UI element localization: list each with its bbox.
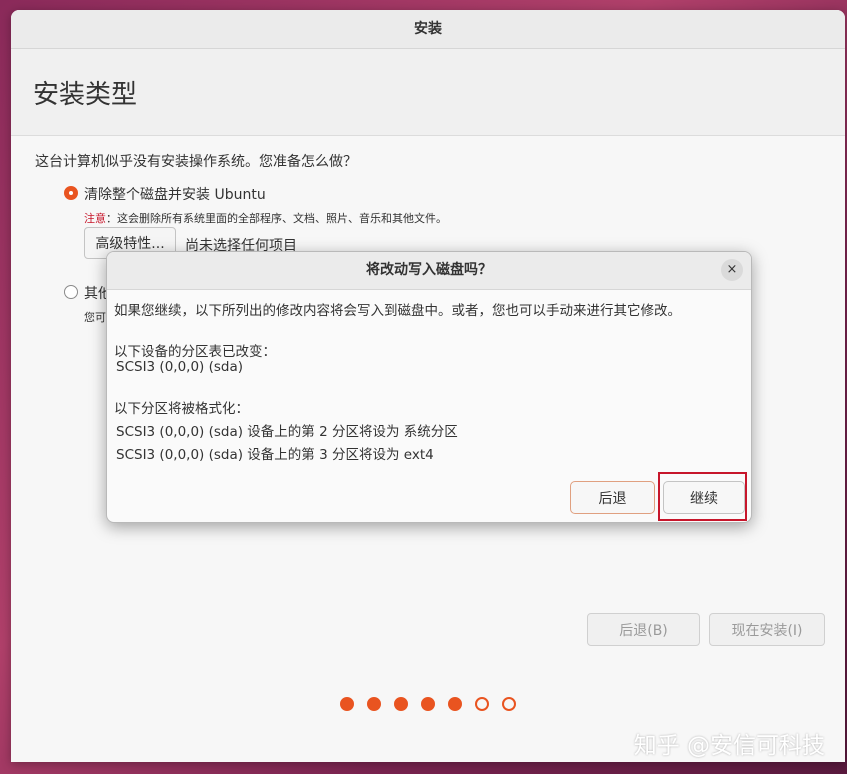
back-button[interactable]: 后退(B) <box>587 613 700 646</box>
watermark: 知乎 @安信可科技 <box>633 733 825 759</box>
close-icon[interactable]: × <box>721 259 743 281</box>
dialog-title: 将改动写入磁盘吗？ × <box>107 252 751 290</box>
install-question: 这台计算机似乎没有安装操作系统。您准备怎么做？ <box>35 154 357 170</box>
dialog-title-text: 将改动写入磁盘吗？ <box>366 262 492 278</box>
page-title: 安装类型 <box>33 80 138 110</box>
page-header: 安装类型 <box>11 49 845 136</box>
continue-highlight-box <box>658 472 747 521</box>
progress-dot-1 <box>340 697 354 711</box>
format-item: SCSI3 (0,0,0) (sda) 设备上的第 2 分区将设为 系统分区 <box>116 424 458 440</box>
erase-disk-note: 注意：这会删除所有系统里面的全部程序、文档、照片、音乐和其他文件。 <box>84 210 447 226</box>
window-title: 安装 <box>11 10 845 49</box>
erase-disk-label[interactable]: 清除整个磁盘并安装 Ubuntu <box>84 184 266 204</box>
progress-dot-6 <box>475 697 489 711</box>
progress-dot-5 <box>448 697 462 711</box>
progress-dot-7 <box>502 697 516 711</box>
partition-table-device: SCSI3 (0,0,0) (sda) <box>116 359 244 375</box>
partition-table-header: 以下设备的分区表已改变： <box>114 344 276 360</box>
format-header: 以下分区将被格式化： <box>114 401 249 417</box>
write-changes-dialog: 将改动写入磁盘吗？ × 如果您继续，以下所列出的修改内容将会写入到磁盘中。或者，… <box>106 251 752 523</box>
erase-disk-radio[interactable] <box>64 186 78 200</box>
note-warning-text: ：这会删除所有系统里面的全部程序、文档、照片、音乐和其他文件。 <box>106 212 447 225</box>
note-warning-label: 注意 <box>84 212 106 225</box>
dialog-intro: 如果您继续，以下所列出的修改内容将会写入到磁盘中。或者，您也可以手动来进行其它修… <box>114 303 681 319</box>
format-item: SCSI3 (0,0,0) (sda) 设备上的第 3 分区将设为 ext4 <box>116 447 434 463</box>
something-else-note: 您可 <box>84 311 106 324</box>
something-else-radio[interactable] <box>64 285 78 299</box>
dialog-back-button[interactable]: 后退 <box>570 481 655 514</box>
progress-dot-4 <box>421 697 435 711</box>
progress-dot-3 <box>394 697 408 711</box>
progress-dot-2 <box>367 697 381 711</box>
install-now-button[interactable]: 现在安装(I) <box>709 613 825 646</box>
